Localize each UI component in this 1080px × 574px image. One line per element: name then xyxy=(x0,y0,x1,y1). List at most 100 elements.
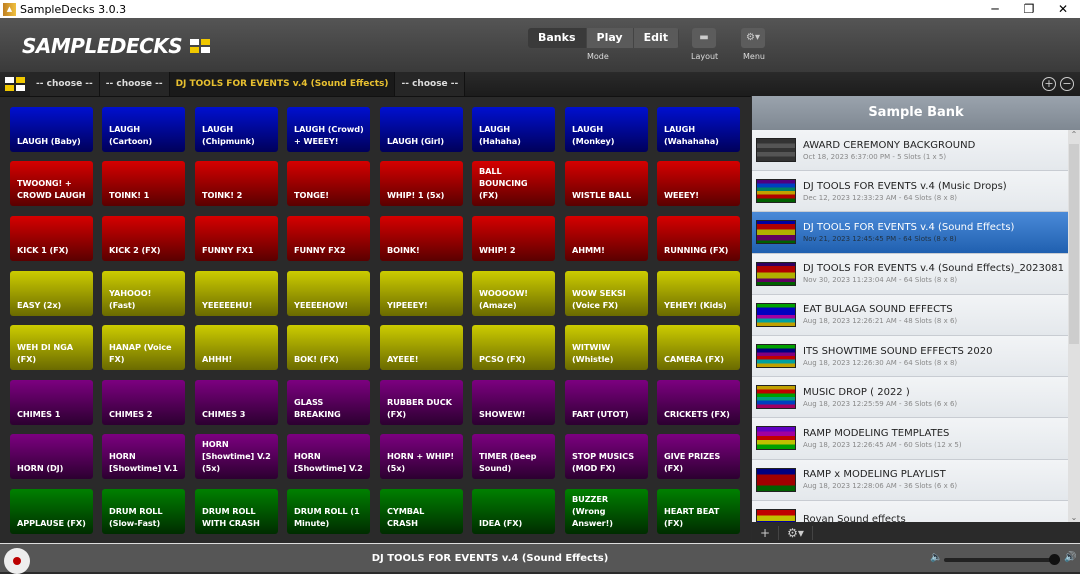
mode-banks-button[interactable]: Banks xyxy=(528,28,587,48)
sample-pad[interactable]: FUNNY FX2 xyxy=(287,216,370,261)
sample-pad[interactable]: WEEEY! xyxy=(657,161,740,206)
sample-pad[interactable]: PCSO (FX) xyxy=(472,325,555,370)
sample-pad[interactable]: CHIMES 3 xyxy=(195,380,278,425)
sample-pad[interactable]: BOK! (FX) xyxy=(287,325,370,370)
sample-pad[interactable]: TOINK! 2 xyxy=(195,161,278,206)
sample-pad[interactable]: HORN [Showtime] V.2 (5x) xyxy=(195,434,278,479)
sample-pad[interactable]: BOINK! xyxy=(380,216,463,261)
pad-label: APPLAUSE (FX) xyxy=(17,518,86,528)
sample-pad[interactable]: AYEEE! xyxy=(380,325,463,370)
scroll-up-icon[interactable]: ⌃ xyxy=(1068,130,1080,139)
sample-pad[interactable]: HEART BEAT (FX) xyxy=(657,489,740,534)
mode-play-button[interactable]: Play xyxy=(586,28,634,48)
sample-pad[interactable]: HORN (DJ) xyxy=(10,434,93,479)
sample-pad[interactable]: CYMBAL CRASH xyxy=(380,489,463,534)
tab-deck-3[interactable]: DJ TOOLS FOR EVENTS v.4 (Sound Effects) xyxy=(169,72,396,96)
bank-list-item[interactable]: Rovan Sound effects xyxy=(752,500,1068,522)
sample-pad[interactable]: WHIP! 1 (5x) xyxy=(380,161,463,206)
sample-pad[interactable]: STOP MUSICS (MOD FX) xyxy=(565,434,648,479)
sample-pad[interactable]: TOINK! 1 xyxy=(102,161,185,206)
menu-button[interactable]: ⚙▾ xyxy=(741,28,765,48)
sample-pad[interactable]: WOW SEKSI (Voice FX) xyxy=(565,271,648,316)
sample-pad[interactable]: WITWIW (Whistle) xyxy=(565,325,648,370)
tab-deck-2[interactable]: -- choose -- xyxy=(99,72,170,96)
sample-pad[interactable]: GLASS BREAKING xyxy=(287,380,370,425)
bank-list-item[interactable]: ITS SHOWTIME SOUND EFFECTS 2020 Aug 18, 2… xyxy=(752,335,1068,378)
sample-pad[interactable]: WISTLE BALL xyxy=(565,161,648,206)
sample-pad[interactable]: TIMER (Beep Sound) xyxy=(472,434,555,479)
sample-pad[interactable]: EASY (2x) xyxy=(10,271,93,316)
sample-pad[interactable]: AHMM! xyxy=(565,216,648,261)
bank-list-item[interactable]: DJ TOOLS FOR EVENTS v.4 (Sound Effects) N… xyxy=(752,212,1068,254)
volume-knob[interactable] xyxy=(1049,554,1061,565)
close-button[interactable]: ✕ xyxy=(1046,0,1080,18)
tab-deck-1[interactable]: -- choose -- xyxy=(30,72,100,96)
bank-list-item[interactable]: DJ TOOLS FOR EVENTS v.4 (Sound Effects)_… xyxy=(752,253,1068,295)
sample-pad[interactable]: LAUGH (Wahahaha) xyxy=(657,107,740,152)
sample-pad[interactable]: DRUM ROLL (Slow-Fast) xyxy=(102,489,185,534)
sample-pad[interactable]: HORN + WHIP! (5x) xyxy=(380,434,463,479)
scroll-thumb[interactable] xyxy=(1069,144,1079,344)
grid-icon[interactable] xyxy=(0,72,30,96)
sample-pad[interactable]: CHIMES 2 xyxy=(102,380,185,425)
sample-pad[interactable]: TONGE! xyxy=(287,161,370,206)
sample-pad[interactable]: HANAP (Voice FX) xyxy=(102,325,185,370)
sample-pad[interactable]: LAUGH (Girl) xyxy=(380,107,463,152)
sample-pad[interactable]: TWOONG! + CROWD LAUGH xyxy=(10,161,93,206)
sample-pad[interactable]: APPLAUSE (FX) xyxy=(10,489,93,534)
bank-list-item[interactable]: EAT BULAGA SOUND EFFECTS Aug 18, 2023 12:… xyxy=(752,294,1068,336)
scroll-down-icon[interactable]: ⌄ xyxy=(1068,513,1080,522)
sample-pad[interactable]: RUNNING (FX) xyxy=(657,216,740,261)
sample-pad[interactable]: CAMERA (FX) xyxy=(657,325,740,370)
sample-pad[interactable]: WEH DI NGA (FX) xyxy=(10,325,93,370)
sample-pad[interactable]: GIVE PRIZES (FX) xyxy=(657,434,740,479)
add-deck-icon[interactable]: + xyxy=(1042,77,1056,91)
sample-pad[interactable]: WOOOOW! (Amaze) xyxy=(472,271,555,316)
sample-pad[interactable]: FUNNY FX1 xyxy=(195,216,278,261)
sample-pad[interactable]: YEEEEHOW! xyxy=(287,271,370,316)
sample-pad[interactable]: LAUGH (Hahaha) xyxy=(472,107,555,152)
maximize-button[interactable]: ❐ xyxy=(1012,0,1046,18)
sample-pad[interactable]: CHIMES 1 xyxy=(10,380,93,425)
add-bank-button[interactable]: + xyxy=(752,525,780,540)
bank-list-item[interactable]: RAMP MODELING TEMPLATES Aug 18, 2023 12:2… xyxy=(752,418,1068,460)
sample-pad[interactable]: IDEA (FX) xyxy=(472,489,555,534)
remove-deck-icon[interactable]: − xyxy=(1060,77,1074,91)
sample-pad[interactable]: LAUGH (Crowd) + WEEEY! xyxy=(287,107,370,152)
sample-pad[interactable]: BALL BOUNCING (FX) xyxy=(472,161,555,206)
sample-pad[interactable]: CRICKETS (FX) xyxy=(657,380,740,425)
sample-pad[interactable]: LAUGH (Baby) xyxy=(10,107,93,152)
sample-pad[interactable]: WHIP! 2 xyxy=(472,216,555,261)
bank-scrollbar[interactable]: ⌃ ⌄ xyxy=(1068,130,1080,522)
sample-pad[interactable]: SHOWEW! xyxy=(472,380,555,425)
volume-slider[interactable] xyxy=(944,554,1061,565)
sample-pad[interactable]: HORN [Showtime] V.1 xyxy=(102,434,185,479)
sample-pad[interactable]: KICK 1 (FX) xyxy=(10,216,93,261)
tab-deck-4[interactable]: -- choose -- xyxy=(395,72,466,96)
sample-pad[interactable]: YIPEEEY! xyxy=(380,271,463,316)
bank-list-item[interactable]: AWARD CEREMONY BACKGROUND Oct 18, 2023 6:… xyxy=(752,130,1068,172)
mode-label: Mode xyxy=(587,52,609,61)
pad-label: LAUGH (Cartoon) xyxy=(109,124,153,146)
bank-list-item[interactable]: DJ TOOLS FOR EVENTS v.4 (Music Drops) Dec… xyxy=(752,171,1068,213)
sample-pad[interactable]: HORN [Showtime] V.2 xyxy=(287,434,370,479)
sample-pad[interactable]: KICK 2 (FX) xyxy=(102,216,185,261)
bank-list-item[interactable]: RAMP x MODELING PLAYLIST Aug 18, 2023 12:… xyxy=(752,459,1068,501)
mode-edit-button[interactable]: Edit xyxy=(633,28,680,48)
sample-pad[interactable]: RUBBER DUCK (FX) xyxy=(380,380,463,425)
sample-pad[interactable]: DRUM ROLL WITH CRASH xyxy=(195,489,278,534)
bank-settings-button[interactable]: ⚙▾ xyxy=(779,525,813,540)
sample-pad[interactable]: LAUGH (Chipmunk) xyxy=(195,107,278,152)
sample-pad[interactable]: YEHEY! (Kids) xyxy=(657,271,740,316)
sample-pad[interactable]: LAUGH (Monkey) xyxy=(565,107,648,152)
sample-pad[interactable]: FART (UTOT) xyxy=(565,380,648,425)
bank-list-item[interactable]: MUSIC DROP ( 2022 ) Aug 18, 2023 12:25:59… xyxy=(752,377,1068,419)
layout-button[interactable]: ▬ xyxy=(692,28,716,48)
sample-pad[interactable]: DRUM ROLL (1 Minute) xyxy=(287,489,370,534)
sample-pad[interactable]: LAUGH (Cartoon) xyxy=(102,107,185,152)
minimize-button[interactable]: ─ xyxy=(978,0,1012,18)
sample-pad[interactable]: YEEEEEHU! xyxy=(195,271,278,316)
sample-pad[interactable]: YAHOOO! (Fast) xyxy=(102,271,185,316)
sample-pad[interactable]: AHHH! xyxy=(195,325,278,370)
sample-pad[interactable]: BUZZER (Wrong Answer!) xyxy=(565,489,648,534)
